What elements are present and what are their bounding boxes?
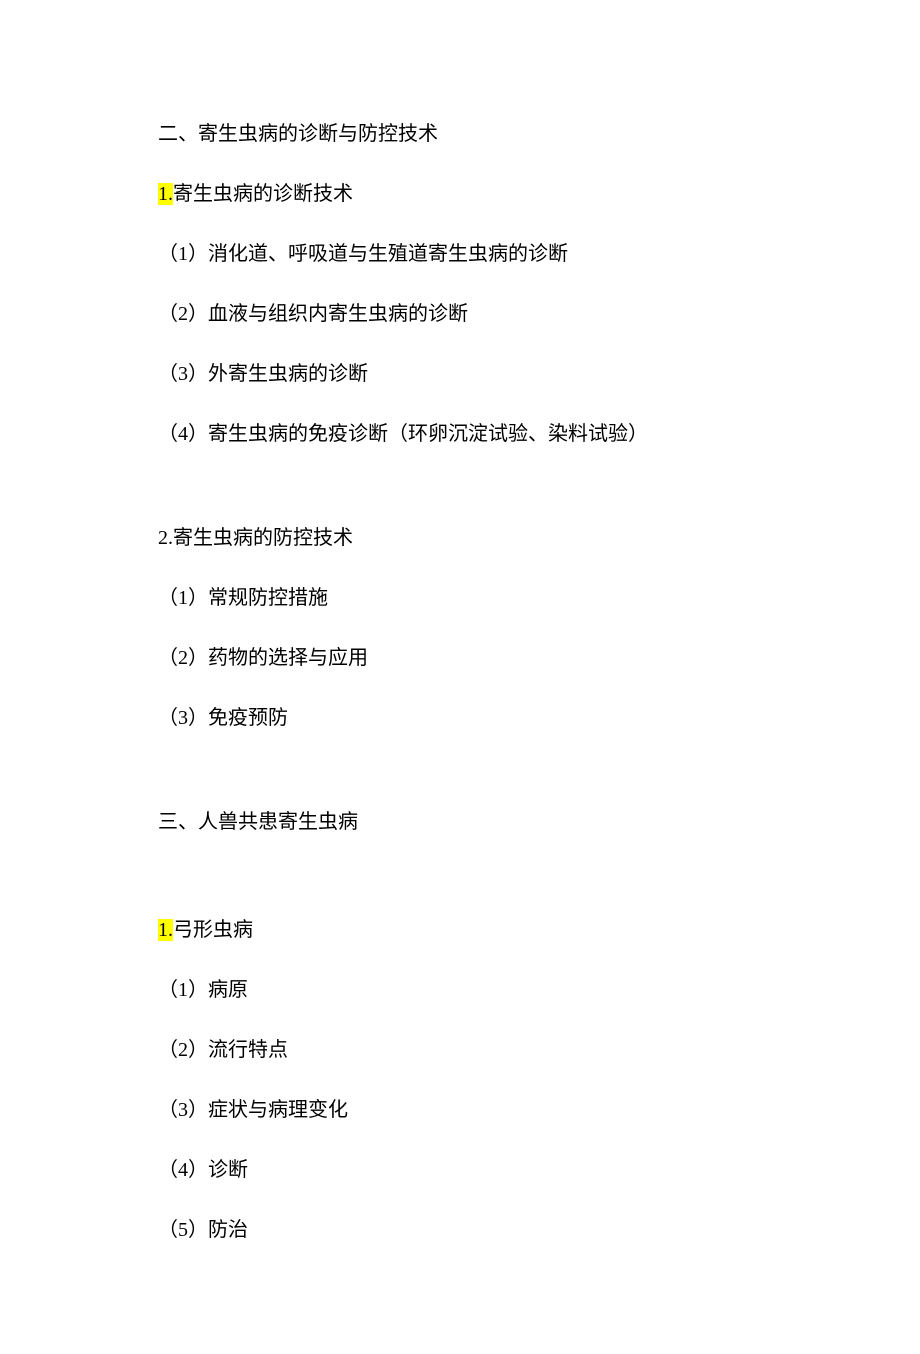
heading-text: 寄生虫病的诊断技术 [173,183,353,205]
section2-sub1-item-1: （1）消化道、呼吸道与生殖道寄生虫病的诊断 [158,238,762,270]
section2-sub2-item-2: （2）药物的选择与应用 [158,642,762,674]
highlight-marker: 1. [158,919,173,941]
section3-sub1-item-4: （4）诊断 [158,1154,762,1186]
section3-sub1-item-3: （3）症状与病理变化 [158,1094,762,1126]
section2-sub2-heading: 2.寄生虫病的防控技术 [158,522,762,554]
section2-sub2-item-1: （1）常规防控措施 [158,582,762,614]
section2-sub2-item-3: （3）免疫预防 [158,702,762,734]
section3-sub1-item-5: （5）防治 [158,1214,762,1246]
section2-sub1-item-3: （3）外寄生虫病的诊断 [158,358,762,390]
section2-sub1-item-2: （2）血液与组织内寄生虫病的诊断 [158,298,762,330]
section3-title: 三、人兽共患寄生虫病 [158,806,762,838]
heading-text: 弓形虫病 [173,919,253,941]
highlight-marker: 1. [158,183,173,205]
section2-title: 二、寄生虫病的诊断与防控技术 [158,118,762,150]
section3-sub1-item-1: （1）病原 [158,974,762,1006]
section3-sub1-heading: 1.弓形虫病 [158,914,762,946]
section2-sub1-item-4: （4）寄生虫病的免疫诊断（环卵沉淀试验、染料试验） [158,418,762,450]
section2-sub1-heading: 1.寄生虫病的诊断技术 [158,178,762,210]
section3-sub1-item-2: （2）流行特点 [158,1034,762,1066]
